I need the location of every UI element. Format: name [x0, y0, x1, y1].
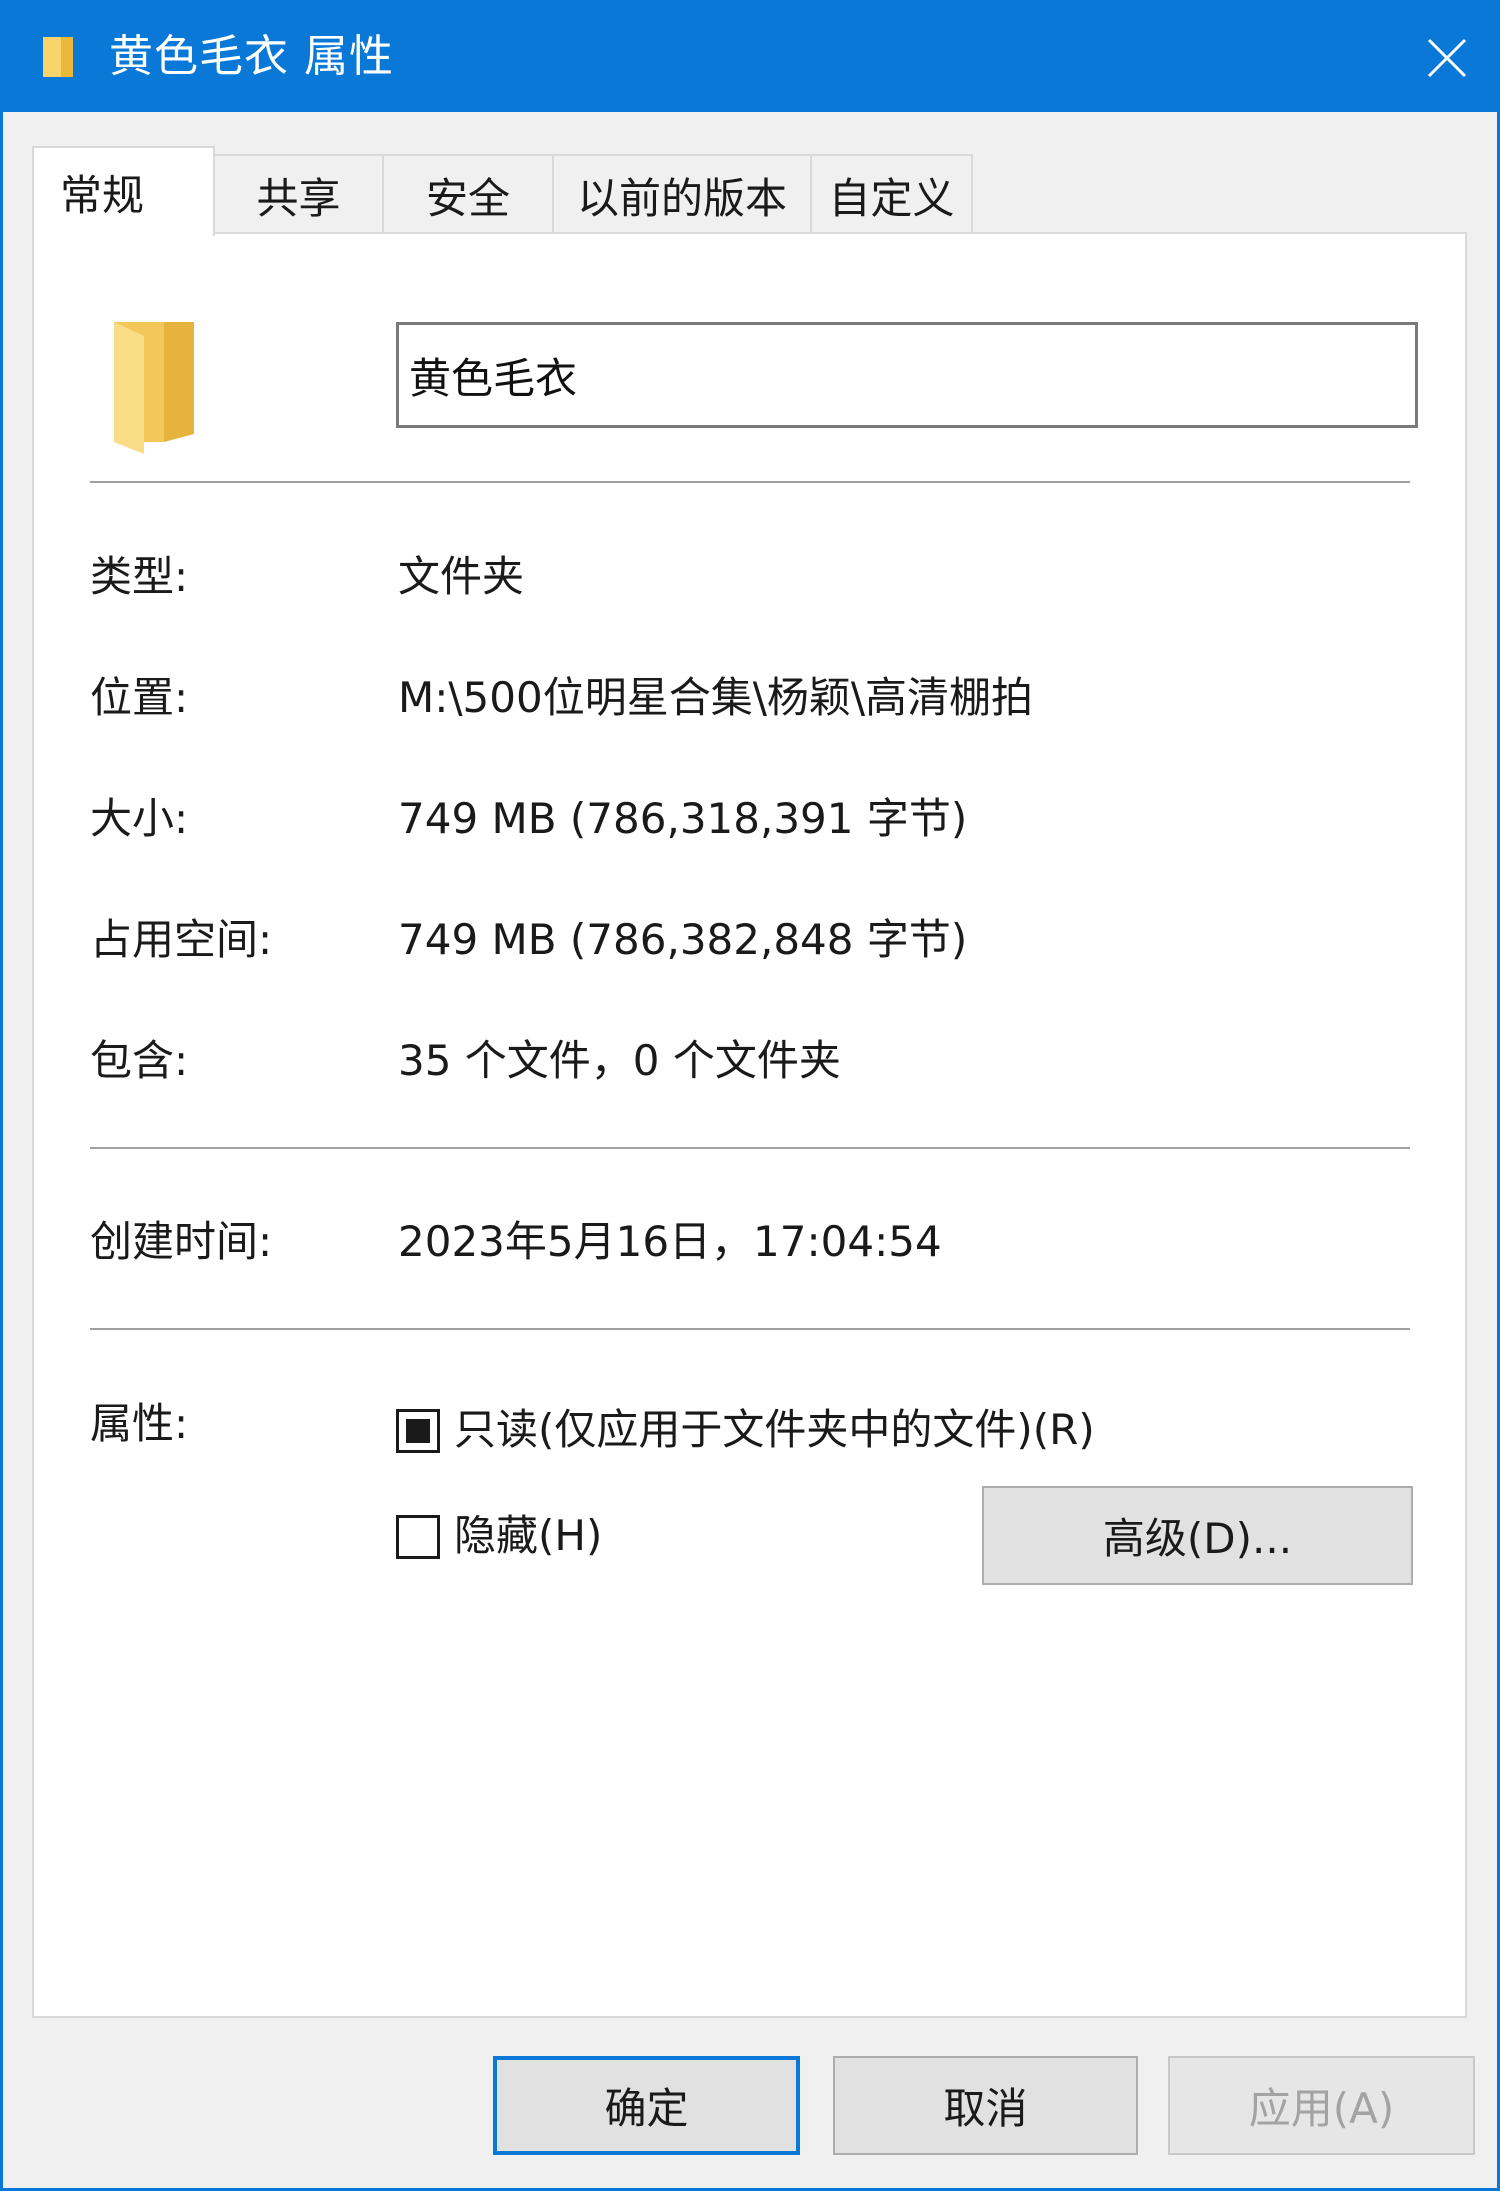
hidden-checkbox[interactable]	[396, 1515, 440, 1559]
location-value: M:\500位明星合集\杨颖\高清棚拍	[398, 673, 1034, 722]
properties-window: 黄色毛衣 属性 常规 共享 安全 以前的版本 自定义 类型: 文件夹 位置: M…	[0, 0, 1500, 2191]
close-icon	[1427, 38, 1467, 77]
folder-name-input[interactable]	[396, 322, 1418, 428]
tab-general[interactable]: 常规	[32, 146, 215, 236]
ok-button[interactable]: 确定	[493, 2056, 800, 2155]
readonly-checkbox-label[interactable]: 只读(仅应用于文件夹中的文件)(R)	[454, 1400, 1095, 1460]
window-title: 黄色毛衣 属性	[109, 31, 394, 82]
size-on-disk-label: 占用空间:	[90, 915, 273, 964]
size-value: 749 MB (786,318,391 字节)	[398, 794, 968, 843]
attributes-label: 属性:	[90, 1399, 189, 1448]
size-on-disk-value: 749 MB (786,382,848 字节)	[398, 915, 968, 964]
separator	[90, 481, 1410, 483]
type-label: 类型:	[90, 552, 189, 601]
tab-customize[interactable]: 自定义	[810, 154, 973, 234]
folder-icon	[43, 37, 73, 77]
created-value: 2023年5月16日，17:04:54	[398, 1217, 942, 1266]
contains-value: 35 个文件，0 个文件夹	[398, 1036, 841, 1085]
title-bar[interactable]: 黄色毛衣 属性	[3, 3, 1497, 112]
readonly-checkbox[interactable]	[396, 1409, 440, 1453]
created-label: 创建时间:	[90, 1217, 273, 1266]
indeterminate-mark	[406, 1419, 430, 1443]
advanced-button[interactable]: 高级(D)...	[982, 1486, 1413, 1585]
tab-sharing[interactable]: 共享	[213, 154, 384, 234]
location-label: 位置:	[90, 673, 189, 722]
close-button[interactable]	[1397, 3, 1497, 112]
contains-label: 包含:	[90, 1036, 189, 1085]
tab-previous-versions[interactable]: 以前的版本	[552, 154, 812, 234]
tab-security[interactable]: 安全	[382, 154, 554, 234]
hidden-checkbox-label[interactable]: 隐藏(H)	[454, 1506, 602, 1566]
separator	[90, 1147, 1410, 1149]
apply-button[interactable]: 应用(A)	[1168, 2056, 1475, 2155]
folder-icon	[114, 322, 194, 454]
cancel-button[interactable]: 取消	[833, 2056, 1138, 2155]
general-panel: 类型: 文件夹 位置: M:\500位明星合集\杨颖\高清棚拍 大小: 749 …	[32, 232, 1467, 2018]
separator	[90, 1328, 1410, 1330]
size-label: 大小:	[90, 794, 189, 843]
type-value: 文件夹	[398, 552, 525, 601]
